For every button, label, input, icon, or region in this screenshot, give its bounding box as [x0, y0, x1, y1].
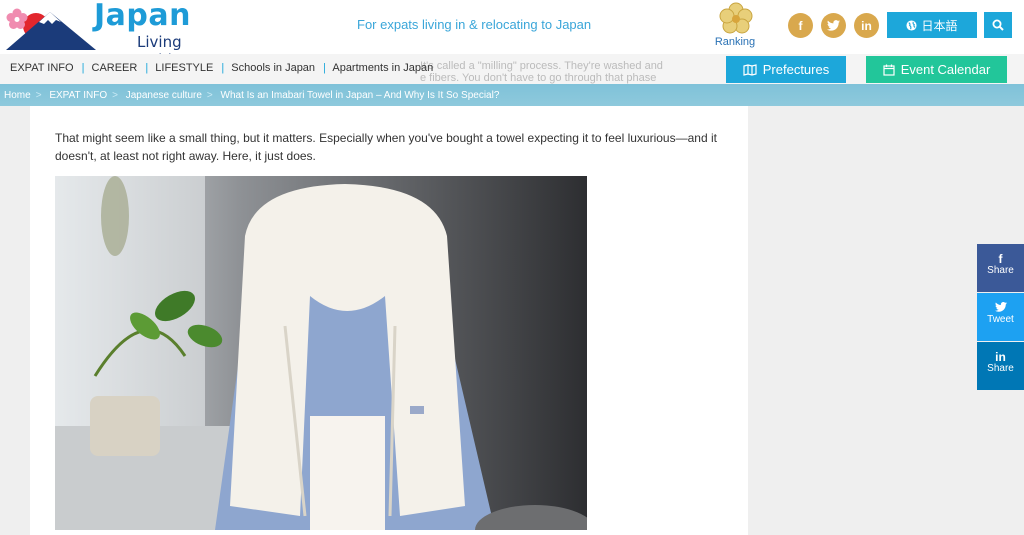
- nav-item-apartments[interactable]: Apartments in Japan: [332, 62, 433, 74]
- gold-blossom-icon: [719, 2, 753, 34]
- event-calendar-button[interactable]: Event Calendar: [866, 56, 1007, 83]
- ranking-link[interactable]: Ranking: [712, 2, 760, 50]
- breadcrumb-home[interactable]: Home: [4, 90, 31, 101]
- nav-item-expat-info[interactable]: EXPAT INFO: [10, 62, 74, 74]
- site-logo[interactable]: Japan Living Guide: [6, 0, 226, 69]
- prefectures-button[interactable]: Prefectures: [726, 56, 846, 83]
- linkedin-icon: in: [995, 350, 1006, 364]
- map-icon: [743, 63, 757, 76]
- site-tagline: For expats living in & relocating to Jap…: [357, 17, 592, 32]
- prefectures-label: Prefectures: [762, 62, 830, 77]
- article-content: That might seem like a small thing, but …: [30, 106, 748, 535]
- logo-title: Japan: [94, 0, 191, 33]
- cherry-blossom-icon: [6, 8, 28, 29]
- nav-links: EXPAT INFO | CAREER | LIFESTYLE | Schools i…: [10, 62, 434, 74]
- search-button[interactable]: [984, 12, 1012, 38]
- nav-item-schools[interactable]: Schools in Japan: [231, 62, 315, 74]
- event-calendar-label: Event Calendar: [900, 62, 991, 77]
- nav-item-career[interactable]: CAREER: [92, 62, 138, 74]
- globe-icon: [906, 19, 918, 31]
- nav-item-lifestyle[interactable]: LIFESTYLE: [155, 62, 213, 74]
- language-button[interactable]: 日本語: [887, 12, 977, 38]
- faded-article-text: It's called a "milling" process. They're…: [420, 60, 663, 84]
- twitter-bird-icon: [827, 20, 840, 31]
- breadcrumb-expat-info[interactable]: EXPAT INFO: [49, 90, 107, 101]
- share-twitter-button[interactable]: Tweet: [977, 293, 1024, 341]
- breadcrumb: Home > EXPAT INFO > Japanese culture > What…: [0, 84, 1024, 106]
- site-header: Japan Living Guide For expats living in …: [0, 0, 1024, 69]
- facebook-icon: f: [998, 252, 1003, 266]
- share-linkedin-button[interactable]: in Share: [977, 342, 1024, 390]
- search-icon: [992, 19, 1004, 31]
- share-linkedin-label: Share: [987, 363, 1014, 374]
- breadcrumb-current-page: What Is an Imabari Towel in Japan – And …: [220, 90, 500, 101]
- ranking-label: Ranking: [714, 36, 756, 48]
- twitter-icon[interactable]: [821, 13, 846, 38]
- calendar-icon: [883, 64, 895, 76]
- breadcrumb-japanese-culture[interactable]: Japanese culture: [126, 90, 202, 101]
- twitter-icon: [977, 302, 1024, 314]
- facebook-icon[interactable]: f: [788, 13, 813, 38]
- towel-photo-illustration: [55, 176, 587, 530]
- share-facebook-label: Share: [987, 265, 1014, 276]
- linkedin-icon[interactable]: in: [854, 13, 879, 38]
- article-photo: [55, 176, 587, 530]
- share-twitter-label: Tweet: [987, 314, 1014, 325]
- article-paragraph: That might seem like a small thing, but …: [55, 131, 717, 163]
- share-facebook-button[interactable]: f Share: [977, 244, 1024, 292]
- language-button-label: 日本語: [921, 18, 958, 33]
